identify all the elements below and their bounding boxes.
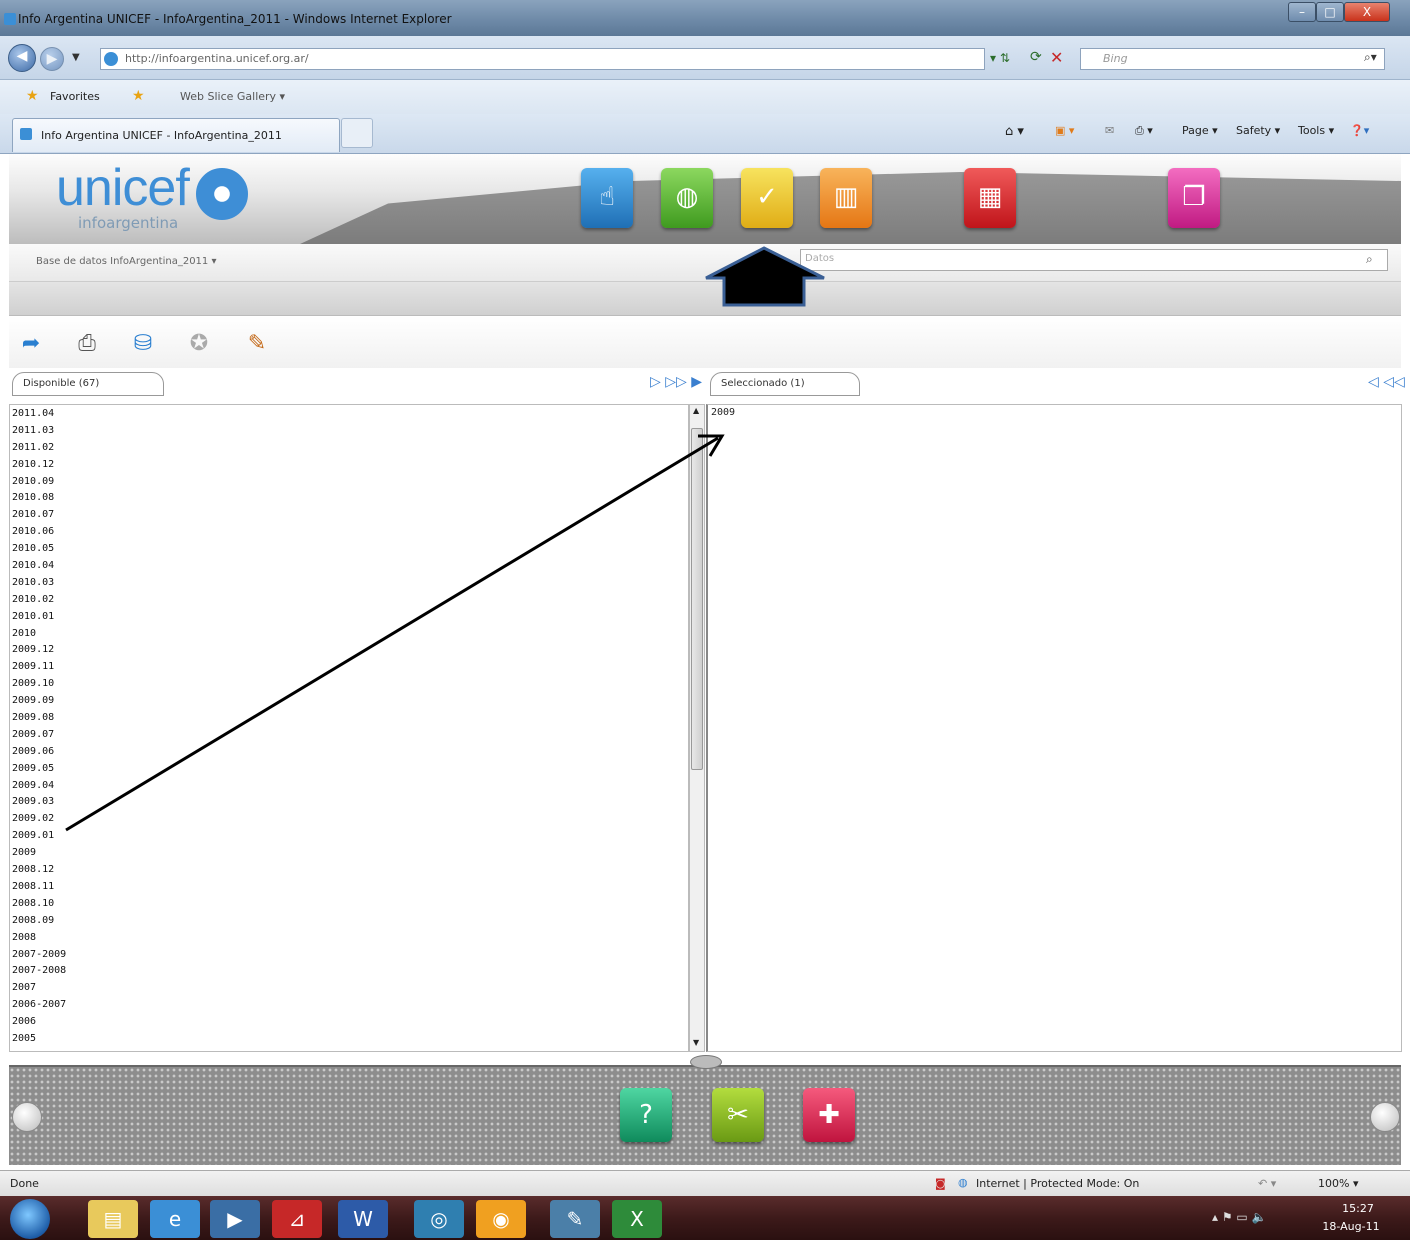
arrow-line-annotation (65, 436, 719, 832)
up-arrow-annotation (705, 246, 825, 307)
annotation-overlay (65, 246, 825, 832)
